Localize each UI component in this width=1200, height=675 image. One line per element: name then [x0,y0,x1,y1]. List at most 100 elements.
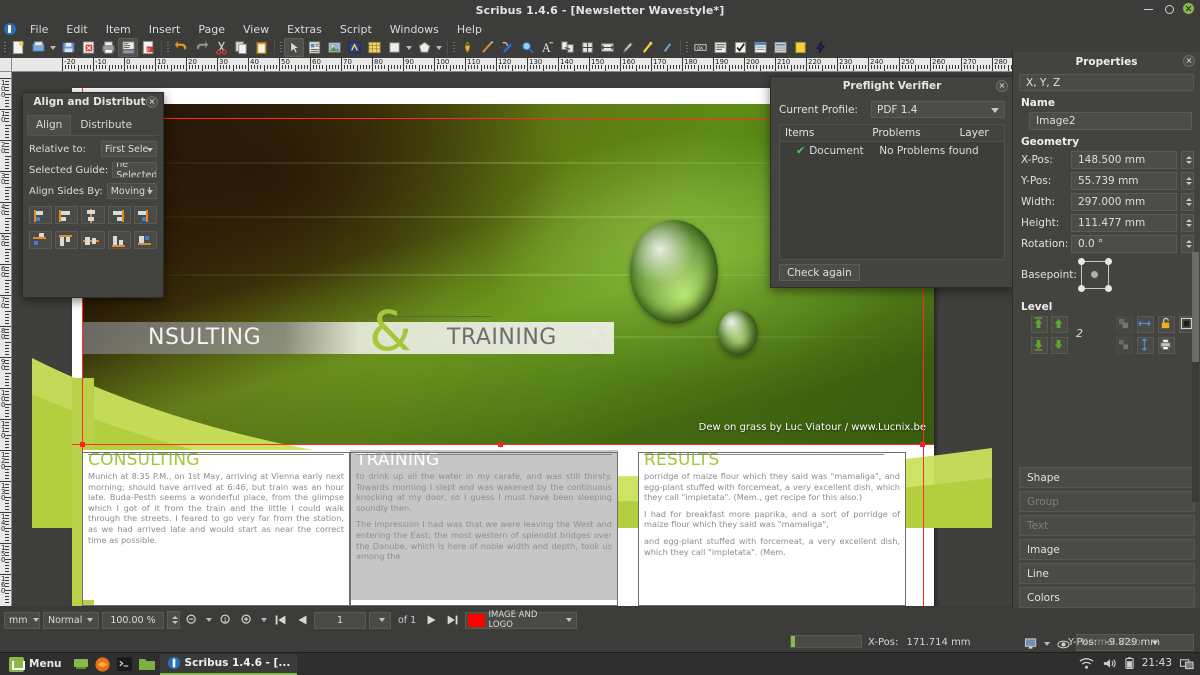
page-select-dropdown[interactable] [369,612,391,629]
pdf-link-annotation-icon[interactable] [810,38,830,57]
copy-icon[interactable] [231,38,251,57]
raise-icon[interactable] [1051,316,1068,333]
menu-item-windows[interactable]: Windows [381,22,448,37]
open-document-dropdown-icon[interactable] [48,38,58,57]
pdf-text-field-icon[interactable] [710,38,730,57]
center-vertical-icon[interactable] [81,231,104,249]
height-stepper[interactable] [1181,214,1194,232]
taskbar-window-scribus[interactable]: Scribus 1.4.6 - [... [160,654,298,675]
height-field[interactable]: 111.477 mm [1071,214,1177,232]
link-text-frames-icon[interactable] [557,38,577,57]
insert-render-frame-icon[interactable] [344,38,364,57]
width-stepper[interactable] [1181,193,1194,211]
pdf-check-box-icon[interactable] [730,38,750,57]
current-profile-select[interactable]: PDF 1.4 [871,101,1005,118]
align-right-sides-icon[interactable] [108,206,131,224]
print-item-icon[interactable] [1158,337,1175,354]
layer-select[interactable]: IMAGE AND LOGO [465,612,577,629]
column-results[interactable]: RESULTS porridge of maize flour which th… [638,450,906,600]
accordion-line[interactable]: Line [1019,563,1195,584]
zoom-100-icon[interactable]: 1 [217,611,235,629]
firefox-icon[interactable] [94,656,112,673]
xpos-stepper[interactable] [1181,151,1194,169]
pdf-push-button-icon[interactable]: OK [690,38,710,57]
save-document-icon[interactable] [58,38,78,57]
lower-icon[interactable] [1051,337,1068,354]
selection-handle-left[interactable] [80,442,85,447]
close-icon[interactable] [1183,3,1194,14]
insert-table-icon[interactable] [364,38,384,57]
new-document-icon[interactable] [8,38,28,57]
pdf-combo-box-icon[interactable] [750,38,770,57]
eye-dropper-icon[interactable] [617,38,637,57]
menu-item-help[interactable]: Help [448,22,491,37]
insert-shape-icon[interactable] [384,38,404,57]
zoom-stepper[interactable] [167,611,180,629]
table-row[interactable]: ✔ Document No Problems found [780,142,1004,159]
terminal-icon[interactable] [116,656,134,673]
ungroup-icon[interactable] [1116,337,1133,354]
insert-image-frame-icon[interactable] [324,38,344,57]
align-left-sides-to-right-icon[interactable] [134,206,157,224]
select-item-icon[interactable] [284,38,304,57]
vertical-ruler[interactable]: 1001020304050607080901001101201301401501… [0,72,12,606]
polygon-dropdown-icon[interactable] [434,38,444,57]
close-document-icon[interactable] [78,38,98,57]
print-icon[interactable] [98,38,118,57]
pdf-annotation-icon[interactable] [790,38,810,57]
ypos-field[interactable]: 55.739 mm [1071,172,1177,190]
tab-distribute[interactable]: Distribute [71,115,141,135]
align-bottoms-to-tops-icon[interactable] [29,231,52,249]
raise-to-top-icon[interactable] [1031,316,1048,333]
item-name-field[interactable]: Image2 [1029,112,1192,130]
export-pdf-icon[interactable]: P [138,38,158,57]
menu-item-view[interactable]: View [234,22,278,37]
insert-calligraphic-line-icon[interactable] [637,38,657,57]
align-right-sides-to-left-icon[interactable] [29,206,52,224]
open-document-icon[interactable] [28,38,48,57]
redo-icon[interactable] [191,38,211,57]
ypos-stepper[interactable] [1181,172,1194,190]
shape-dropdown-icon[interactable] [404,38,414,57]
measurements-icon[interactable] [577,38,597,57]
flip-horizontal-icon[interactable] [1137,316,1154,333]
align-tops-to-bottoms-icon[interactable] [134,231,157,249]
align-sides-select[interactable]: Moving I [107,183,157,199]
preflight-verifier-dialog[interactable]: Preflight Verifier × Current Profile: PD… [770,76,1014,288]
unit-select[interactable]: mm [4,612,40,629]
column-consulting[interactable]: CONSULTING Munich at 8:35 P.M., on 1st M… [82,450,350,600]
copy-item-properties-icon[interactable] [597,38,617,57]
undo-icon[interactable] [171,38,191,57]
rotation-field[interactable]: 0.0 ° [1071,235,1177,253]
close-icon[interactable]: × [996,80,1008,92]
ruler-origin-button[interactable] [0,58,12,72]
properties-tab-xyz[interactable]: X, Y, Z [1019,74,1194,91]
preview-dropdown-icon[interactable] [1042,634,1052,653]
files-icon[interactable] [138,656,156,673]
scrollbar-thumb[interactable] [1192,252,1199,362]
relative-to-select[interactable]: First Sele [101,141,157,157]
minimize-icon[interactable] [1143,3,1154,14]
align-bottoms-icon[interactable] [108,231,131,249]
width-field[interactable]: 297.000 mm [1071,193,1177,211]
align-and-distribute-dialog[interactable]: Align and Distribute × Align Distribute … [22,92,164,298]
lower-to-bottom-icon[interactable] [1031,337,1048,354]
zoom-out-icon[interactable] [183,611,201,629]
quality-select[interactable]: Normal [43,612,99,629]
selection-handle-right[interactable] [920,442,925,447]
align-tops-icon[interactable] [55,231,78,249]
center-horizontal-icon[interactable] [81,206,104,224]
insert-text-frame-icon[interactable] [304,38,324,57]
zoom-out-dropdown-icon[interactable] [204,611,214,630]
lock-icon[interactable] [1158,316,1175,333]
page-number-field[interactable]: 1 [314,612,366,629]
close-icon[interactable]: × [146,96,158,108]
next-page-icon[interactable] [423,611,441,629]
menu-item-page[interactable]: Page [189,22,234,37]
insert-freehand-line-icon[interactable] [477,38,497,57]
accordion-colors[interactable]: Colors [1019,587,1195,608]
rotate-item-icon[interactable] [497,38,517,57]
last-page-icon[interactable] [444,611,462,629]
cut-icon[interactable] [211,38,231,57]
accordion-shape[interactable]: Shape [1019,467,1195,488]
